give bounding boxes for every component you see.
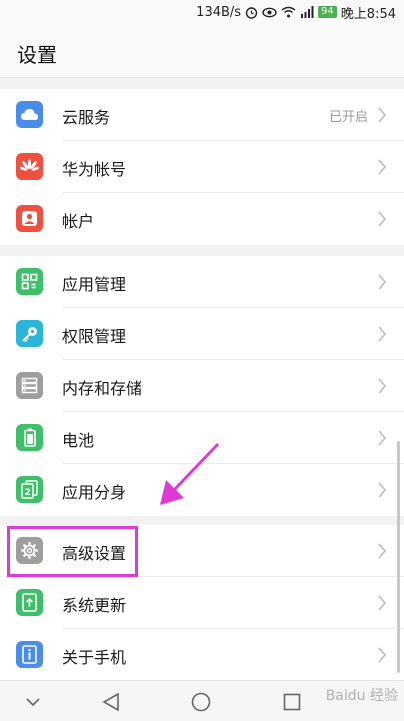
scrollbar[interactable] [397,441,400,673]
settings-item-label: 关于手机 [62,648,127,667]
chevron-right-icon [378,211,387,227]
chevron-right-icon [378,159,387,175]
chevron-right-icon [378,482,387,498]
settings-item-system-update[interactable]: 系统更新 [0,577,404,629]
settings-item-value: 已开启 [328,110,368,125]
settings-item-label: 内存和存储 [62,379,143,398]
battery-icon [16,424,43,451]
highlight-box [7,526,138,577]
update-icon [16,589,43,616]
apps-icon [16,268,43,295]
chevron-right-icon [378,274,387,290]
chevron-right-icon [378,430,387,446]
signal-icon [300,5,314,19]
group-spacer [0,78,404,89]
chevron-down-icon[interactable] [22,691,44,713]
status-bar: 134B/s 94 晚上8:54 [0,0,404,24]
key-icon [16,320,43,347]
settings-item-permission-management[interactable]: 权限管理 [0,308,404,360]
settings-item-about-phone[interactable]: 关于手机 [0,629,404,681]
annotation-arrow-icon [160,442,220,505]
cloud-icon [16,101,43,128]
chevron-right-icon [378,595,387,611]
navigation-bar: Baidu 经验 [0,680,404,721]
page-title: 设置 [17,43,57,67]
settings-item-cloud-service[interactable]: 云服务 已开启 [0,89,404,141]
status-time: 晚上8:54 [340,6,396,22]
settings-item-label: 系统更新 [62,596,127,615]
info-icon [16,641,43,668]
eye-icon [262,5,277,19]
chevron-right-icon [378,543,387,559]
settings-item-label: 云服务 [62,108,111,127]
home-icon[interactable] [190,691,212,713]
chevron-right-icon [378,107,387,123]
settings-item-label: 应用分身 [62,483,127,502]
settings-item-label: 权限管理 [62,327,127,346]
back-icon[interactable] [100,691,122,713]
settings-item-label: 华为帐号 [62,160,127,179]
app-twin-icon: 2 [16,476,43,503]
chevron-right-icon [378,378,387,394]
storage-icon [16,372,43,399]
recent-icon[interactable] [281,691,303,713]
network-speed: 134B/s [196,4,242,20]
settings-item-label: 应用管理 [62,275,127,294]
wifi-icon [281,5,296,19]
alarm-icon [245,5,258,19]
settings-item-label: 电池 [62,431,95,450]
settings-item-account[interactable]: 帐户 [0,193,404,245]
chevron-right-icon [378,326,387,342]
group-spacer [0,515,404,525]
settings-item-huawei-account[interactable]: 华为帐号 [0,141,404,193]
chevron-right-icon [378,647,387,663]
group-spacer [0,245,404,256]
settings-item-label: 帐户 [62,212,95,231]
settings-item-memory-storage[interactable]: 内存和存储 [0,360,404,412]
battery-indicator: 94 [318,6,337,18]
settings-header: 设置 [0,24,404,78]
watermark: Baidu 经验 [325,688,398,704]
svg-text:2: 2 [24,488,30,498]
account-icon [16,205,43,232]
settings-item-app-management[interactable]: 应用管理 [0,256,404,308]
huawei-icon [16,153,43,180]
